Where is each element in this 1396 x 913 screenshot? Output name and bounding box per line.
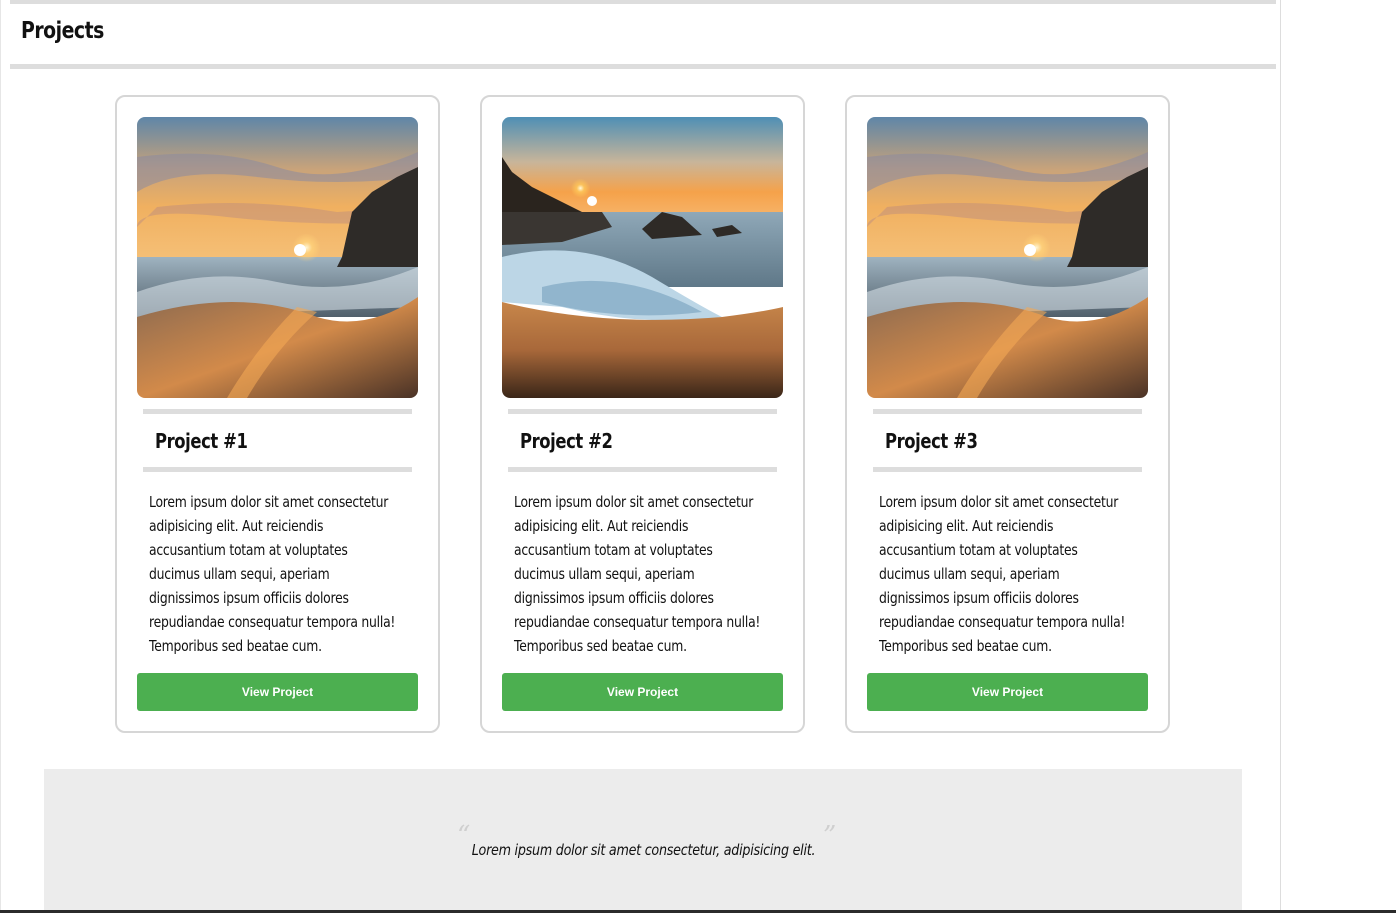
project-image — [502, 117, 783, 398]
card-divider-top — [873, 409, 1142, 414]
top-divider — [10, 0, 1276, 4]
project-description: Lorem ipsum dolor sit amet consectetur a… — [149, 493, 396, 655]
project-image — [867, 117, 1148, 398]
project-description: Lorem ipsum dolor sit amet consectetur a… — [514, 493, 761, 655]
sunset-beach-cliff-image — [137, 117, 418, 398]
project-description: Lorem ipsum dolor sit amet consectetur a… — [879, 493, 1126, 655]
project-card: Project #1 Lorem ipsum dolor sit amet co… — [115, 95, 440, 733]
card-divider-top — [508, 409, 777, 414]
view-project-button[interactable]: View Project — [502, 673, 783, 711]
testimonial-quote: Lorem ipsum dolor sit amet consectetur, … — [44, 841, 1242, 859]
sunset-beach-cliff-image — [867, 117, 1148, 398]
project-card: Project #2 Lorem ipsum dolor sit amet co… — [480, 95, 805, 733]
section-divider — [10, 64, 1276, 69]
project-title: Project #1 — [155, 429, 248, 453]
view-project-button[interactable]: View Project — [137, 673, 418, 711]
card-divider-bottom — [143, 467, 412, 472]
card-divider-top — [143, 409, 412, 414]
section-title: Projects — [21, 18, 104, 44]
project-title: Project #2 — [520, 429, 613, 453]
project-image — [137, 117, 418, 398]
card-divider-bottom — [873, 467, 1142, 472]
testimonial-section: “ Lorem ipsum dolor sit amet consectetur… — [44, 769, 1242, 913]
view-project-button[interactable]: View Project — [867, 673, 1148, 711]
page: Projects Project #1 Lorem ipsum dolor si… — [0, 0, 1396, 913]
close-quote-icon: ” — [823, 821, 837, 851]
testimonial-quote-text: Lorem ipsum dolor sit amet consectetur, … — [471, 841, 815, 859]
card-divider-bottom — [508, 467, 777, 472]
sunset-rocky-shore-image — [502, 117, 783, 398]
project-card: Project #3 Lorem ipsum dolor sit amet co… — [845, 95, 1170, 733]
project-title: Project #3 — [885, 429, 978, 453]
main-column: Projects Project #1 Lorem ipsum dolor si… — [0, 0, 1281, 913]
